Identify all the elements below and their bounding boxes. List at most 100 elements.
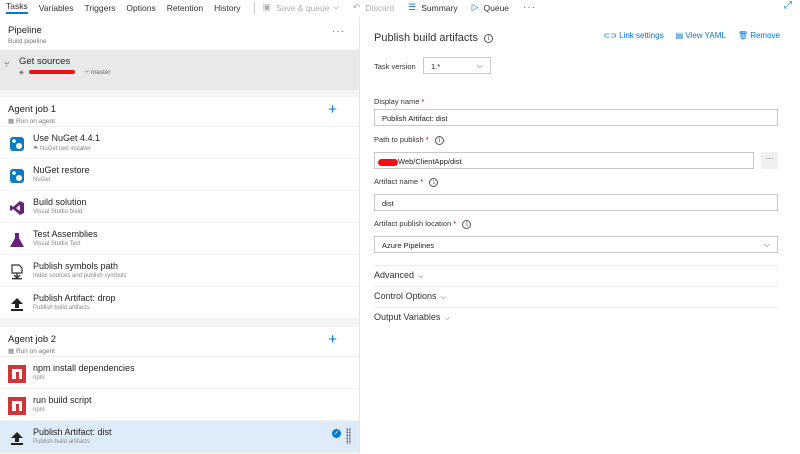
task-version-select[interactable]: 1.* ⌵ xyxy=(423,57,491,74)
task-use-nuget[interactable]: Use NuGet 4.4.1 ⚑ NuGet tool installer xyxy=(0,127,359,159)
task-details-title: Publish build artifacts i xyxy=(374,32,494,44)
top-toolbar: Tasks Variables Triggers Options Retenti… xyxy=(0,0,800,15)
task-nuget-restore[interactable]: NuGet restore NuGet xyxy=(0,159,359,191)
display-name-label: Display name * xyxy=(374,97,425,106)
queue-label: Queue xyxy=(483,2,510,13)
repo-icon: ◈ xyxy=(19,69,24,76)
task-subtitle: Visual Studio Test xyxy=(33,241,81,247)
pipeline-title: Pipeline xyxy=(8,25,42,36)
task-version-label: Task version xyxy=(374,62,416,71)
add-task-button[interactable]: + xyxy=(328,331,337,348)
agent-job-1-header[interactable]: Agent job 1 ▦ Run on agent + xyxy=(0,97,359,127)
task-title: Build solution xyxy=(33,197,87,207)
task-title: run build script xyxy=(33,395,92,405)
task-publish-symbols[interactable]: Publish symbols path Index sources and p… xyxy=(0,255,359,287)
task-title: NuGet restore xyxy=(33,165,90,175)
save-queue-button[interactable]: ▣ Save & queue ⌵ xyxy=(263,2,339,13)
task-title: Publish Artifact: drop xyxy=(33,293,116,303)
artifact-location-value: Azure Pipelines xyxy=(382,241,435,250)
save-icon: ▣ xyxy=(262,2,272,12)
summary-label: Summary xyxy=(421,2,458,13)
agent-job-title: Agent job 2 xyxy=(8,334,57,345)
redacted-repo-name xyxy=(29,70,75,74)
tab-options[interactable]: Options xyxy=(126,3,155,13)
task-subtitle: npm xyxy=(33,407,45,413)
task-npm-install[interactable]: npm install dependencies npm xyxy=(0,357,359,389)
artifact-location-select[interactable]: Azure Pipelines ⌵ xyxy=(374,236,778,253)
list-icon: ☰ xyxy=(408,2,417,12)
tab-triggers[interactable]: Triggers xyxy=(85,3,116,13)
browse-button[interactable]: ··· xyxy=(761,152,778,169)
upload-icon xyxy=(8,295,26,313)
play-icon: ▷ xyxy=(471,2,479,12)
task-title: Use NuGet 4.4.1 xyxy=(33,133,101,143)
add-task-button[interactable]: + xyxy=(328,101,337,118)
task-build-solution[interactable]: Build solution Visual Studio build xyxy=(0,191,359,223)
drag-handle-icon[interactable] xyxy=(346,428,351,444)
task-subtitle: Index sources and publish symbols xyxy=(33,273,127,279)
undo-icon: ↶ xyxy=(352,2,361,12)
link-settings-button[interactable]: ⊂⊃ Link settings xyxy=(603,31,663,40)
task-subtitle: npm xyxy=(33,375,45,381)
task-run-build-script[interactable]: run build script npm xyxy=(0,389,359,421)
info-icon[interactable]: i xyxy=(484,33,494,43)
task-subtitle: Publish build artifacts xyxy=(33,305,90,311)
artifact-name-input[interactable]: dist xyxy=(374,194,778,211)
queue-button[interactable]: ▷ Queue xyxy=(472,2,509,13)
branch-name: master xyxy=(90,68,111,76)
display-name-input[interactable]: Publish Artifact: dist xyxy=(374,109,778,126)
redacted-path-prefix xyxy=(378,158,398,166)
get-sources-title: Get sources xyxy=(19,56,71,67)
path-to-publish-label: Path to publish * i xyxy=(374,135,444,145)
chevron-down-icon: ⌵ xyxy=(763,240,770,249)
details-actions: ⊂⊃ Link settings ▤ View YAML 🗑 Remove xyxy=(591,31,780,40)
tab-variables[interactable]: Variables xyxy=(39,3,74,13)
more-actions-button[interactable]: ··· xyxy=(523,2,536,13)
task-publish-artifact-dist[interactable]: Publish Artifact: dist Publish build art… xyxy=(0,421,359,453)
task-title: Publish symbols path xyxy=(33,261,119,271)
expand-icon[interactable]: ⤢ xyxy=(784,0,792,11)
task-subtitle: Visual Studio build xyxy=(33,209,83,215)
task-test-assemblies[interactable]: Test Assemblies Visual Studio Test xyxy=(0,223,359,255)
path-to-publish-input[interactable]: Web/ClientApp/dist xyxy=(374,152,754,169)
discard-button[interactable]: ↶ Discard xyxy=(353,2,394,13)
tab-retention[interactable]: Retention xyxy=(167,3,203,13)
section-advanced[interactable]: Advanced ⌵ xyxy=(374,265,779,281)
artifact-name-label: Artifact name * i xyxy=(374,177,439,187)
tab-tasks[interactable]: Tasks xyxy=(6,1,28,14)
task-subtitle: NuGet xyxy=(33,177,51,183)
chevron-down-icon: ⌵ xyxy=(444,315,450,322)
tab-history[interactable]: History xyxy=(214,3,240,13)
section-output-variables[interactable]: Output Variables ⌵ xyxy=(374,307,779,323)
enabled-check-icon[interactable]: ✓ xyxy=(332,429,341,438)
task-title: Publish Artifact: dist xyxy=(33,427,112,437)
upload-icon xyxy=(8,429,26,447)
get-sources-details: ◈ ⑂ master xyxy=(19,68,359,77)
pipeline-more-button[interactable]: ··· xyxy=(332,26,345,37)
pipeline-subtitle: Build pipeline xyxy=(8,38,47,45)
flask-icon xyxy=(8,231,26,249)
view-yaml-button[interactable]: ▤ View YAML xyxy=(676,31,726,40)
task-details-panel: Publish build artifacts i ⊂⊃ Link settin… xyxy=(361,17,800,454)
pipeline-header[interactable]: Pipeline Build pipeline ··· xyxy=(0,17,359,49)
info-icon: i xyxy=(462,219,472,229)
section-control-options[interactable]: Control Options ⌵ xyxy=(374,286,779,302)
get-sources-item[interactable]: ⑂ Get sources ◈ ⑂ master xyxy=(0,50,359,90)
remove-button[interactable]: 🗑 Remove xyxy=(738,31,780,40)
chevron-down-icon: ⌵ xyxy=(476,61,483,70)
details-title-text: Publish build artifacts xyxy=(374,32,478,44)
info-icon: i xyxy=(434,135,444,145)
toolbar-divider xyxy=(253,1,255,14)
symbols-icon xyxy=(8,263,26,281)
task-publish-artifact-drop[interactable]: Publish Artifact: drop Publish build art… xyxy=(0,287,359,319)
summary-button[interactable]: ☰ Summary xyxy=(408,2,457,13)
nuget-icon xyxy=(8,135,26,153)
discard-label: Discard xyxy=(365,2,395,13)
npm-icon xyxy=(8,365,26,383)
info-icon: i xyxy=(429,177,439,187)
agent-job-2-header[interactable]: Agent job 2 ▦ Run on agent + xyxy=(0,327,359,357)
task-version-value: 1.* xyxy=(431,62,441,71)
task-subtitle: ⚑ NuGet tool installer xyxy=(33,146,92,152)
chevron-down-icon: ⌵ xyxy=(440,294,446,301)
source-repo-icon: ⑂ xyxy=(4,59,10,69)
